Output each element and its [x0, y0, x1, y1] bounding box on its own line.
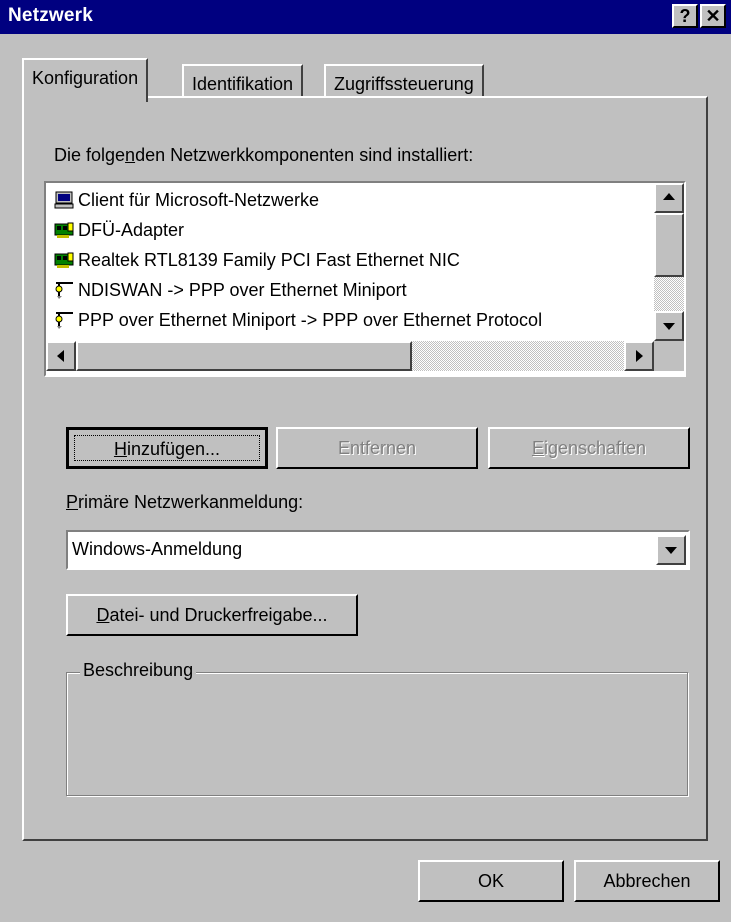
- network-adapter-icon: [54, 252, 74, 268]
- horizontal-scroll-thumb[interactable]: [76, 341, 412, 371]
- protocol-icon: [55, 282, 73, 299]
- cancel-button[interactable]: Abbrechen: [574, 860, 720, 902]
- protocol-icon: [55, 312, 73, 329]
- dropdown-button[interactable]: [656, 535, 686, 565]
- arrow-up-icon: [663, 193, 675, 200]
- scrollbar-corner: [654, 341, 684, 371]
- file-printer-sharing-button[interactable]: Datei- und Druckerfreigabe...: [66, 594, 358, 636]
- ok-button[interactable]: OK: [418, 860, 564, 902]
- scroll-down-button[interactable]: [654, 311, 684, 341]
- description-group: [66, 672, 688, 796]
- description-legend: Beschreibung: [80, 660, 197, 681]
- list-item[interactable]: DFÜ-Adapter: [54, 215, 184, 245]
- vertical-scrollbar[interactable]: [654, 183, 684, 341]
- scroll-up-button[interactable]: [654, 183, 684, 213]
- network-adapter-icon: [54, 222, 74, 238]
- primary-logon-label: Primäre Netzwerkanmeldung:: [66, 492, 304, 512]
- primary-logon-value: Windows-Anmeldung: [72, 539, 243, 559]
- arrow-left-icon: [57, 350, 64, 362]
- list-item[interactable]: PPP over Ethernet Miniport -> PPP over E…: [54, 305, 542, 335]
- arrow-right-icon: [636, 350, 643, 362]
- components-label: Die folgenden Netzwerkkomponenten sind i…: [54, 145, 474, 165]
- arrow-down-icon: [663, 323, 675, 330]
- vertical-scroll-thumb[interactable]: [654, 213, 684, 277]
- list-item[interactable]: Client für Microsoft-Netzwerke: [54, 185, 319, 215]
- horizontal-scrollbar[interactable]: [46, 341, 654, 371]
- components-listbox[interactable]: Client für Microsoft-Netzwerke DFÜ-Adapt…: [44, 181, 686, 377]
- list-item[interactable]: Realtek RTL8139 Family PCI Fast Ethernet…: [54, 245, 460, 275]
- network-client-icon: [54, 191, 74, 209]
- list-item[interactable]: NDISWAN -> PPP over Ethernet Miniport: [54, 275, 407, 305]
- chevron-down-icon: [665, 547, 677, 554]
- scroll-left-button[interactable]: [46, 341, 76, 371]
- netzwerk-dialog: Netzwerk ? ✕ Konfiguration Identifikatio…: [0, 0, 731, 922]
- focus-rect: [74, 435, 260, 461]
- primary-logon-select[interactable]: Windows-Anmeldung: [66, 530, 690, 570]
- properties-button[interactable]: Eigenschaften: [488, 427, 690, 469]
- scroll-right-button[interactable]: [624, 341, 654, 371]
- add-button[interactable]: Hinzufügen...: [66, 427, 268, 469]
- remove-button[interactable]: Entfernen: [276, 427, 478, 469]
